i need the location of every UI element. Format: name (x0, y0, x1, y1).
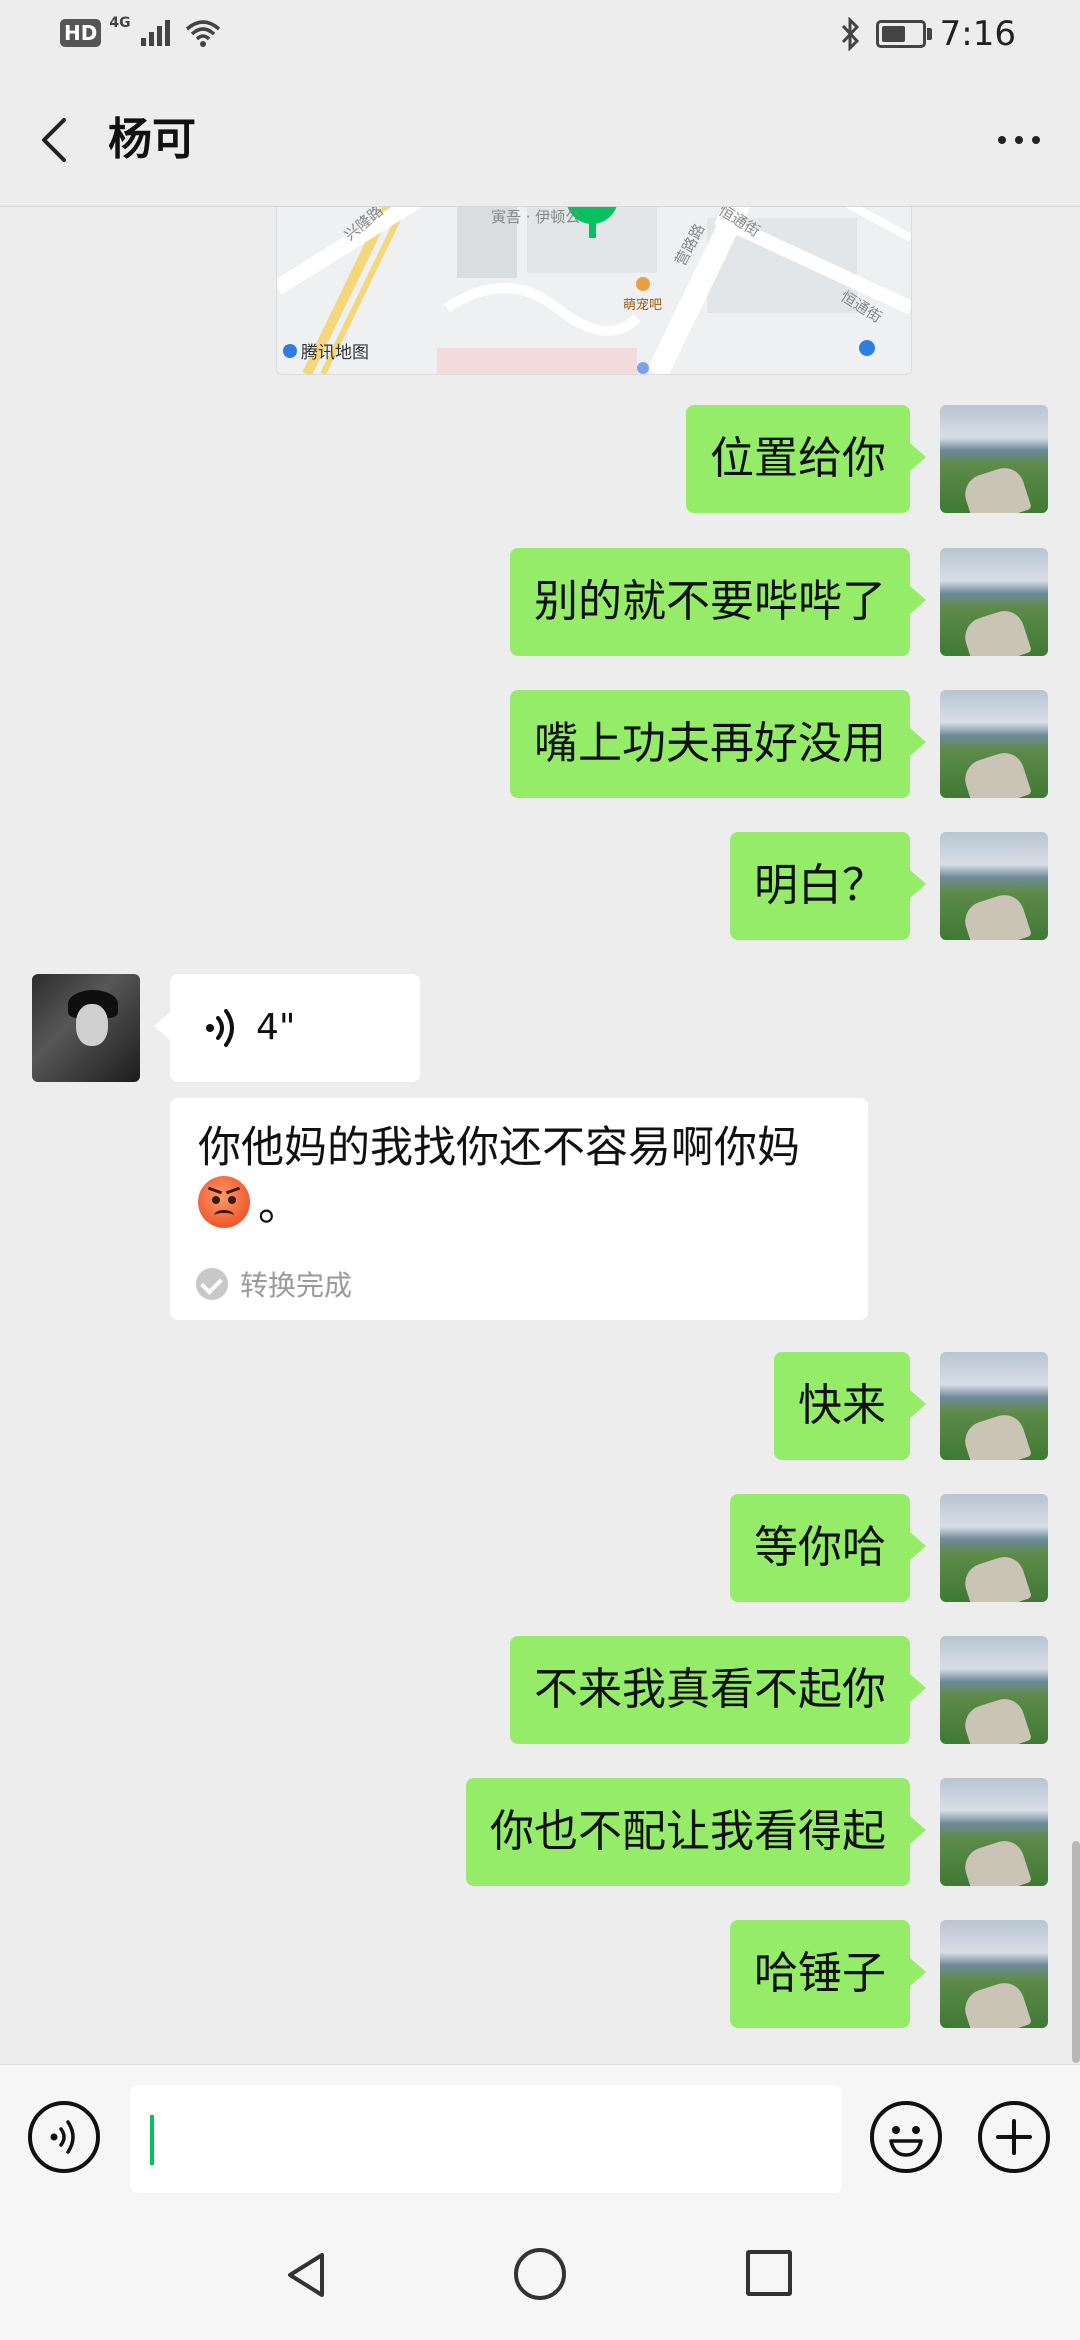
hd-badge: HD (60, 19, 102, 47)
plus-button[interactable] (978, 2101, 1050, 2173)
avatar-self[interactable] (940, 1920, 1048, 2028)
page-title: 杨可 (108, 114, 196, 165)
avatar-self[interactable] (940, 690, 1048, 798)
transcript-suffix: 。 (258, 1181, 301, 1231)
avatar-self[interactable] (940, 1778, 1048, 1886)
chat-scrollbar[interactable] (1072, 1841, 1080, 2063)
clock: 7:16 (939, 14, 1016, 54)
status-left: HD 4G (60, 15, 223, 48)
battery-level (881, 26, 905, 42)
transcript-body: 你他妈的我找你还不容易啊你妈 (198, 1123, 800, 1173)
status-right: 7:16 (840, 14, 1016, 54)
map-label: 寅吾 · 伊顿公 (491, 208, 581, 226)
message-bubble-out[interactable]: 嘴上功夫再好没用 (510, 690, 926, 798)
message-bubble-out[interactable]: 明白？ (730, 832, 926, 940)
avatar-self[interactable] (940, 832, 1048, 940)
bluetooth-icon (841, 17, 859, 51)
message-input[interactable] (130, 2085, 842, 2193)
map-label: 萌宠吧 (623, 298, 663, 313)
chevron-left-icon (42, 118, 66, 162)
avatar-self[interactable] (940, 1636, 1048, 1744)
plus-icon (996, 2119, 1032, 2155)
more-dot (1015, 136, 1023, 144)
back-button[interactable] (30, 110, 90, 170)
avatar-self[interactable] (940, 405, 1048, 513)
voice-transcript[interactable]: 你他妈的我找你还不容易啊你妈 。 转换完成 (170, 1098, 868, 1320)
transcript-status-text: 转换完成 (240, 1269, 353, 1302)
network-type: 4G (109, 15, 131, 31)
signal-icon (140, 20, 170, 46)
avatar-contact[interactable] (32, 974, 140, 1082)
message-bubble-out[interactable]: 你也不配让我看得起 (466, 1778, 926, 1886)
avatar-self[interactable] (940, 548, 1048, 656)
input-bar (0, 2064, 1080, 2205)
map-credit: 腾讯地图 (283, 338, 369, 363)
system-nav-bar (0, 2204, 1080, 2340)
message-bubble-out[interactable]: 别的就不要哔哔了 (510, 548, 926, 656)
voice-wave-icon (206, 1009, 234, 1047)
message-bubble-out[interactable]: 位置给你 (686, 405, 926, 513)
emoji-icon (889, 2126, 923, 2157)
wifi-icon (185, 20, 220, 47)
transcript-text: 你他妈的我找你还不容易啊你妈 。 (198, 1120, 848, 1234)
voice-toggle-icon (50, 2120, 75, 2154)
check-circle-icon (196, 1268, 228, 1300)
nav-back-icon[interactable] (282, 2250, 332, 2300)
voice-toggle-button[interactable] (28, 2101, 100, 2173)
map-credit-text: 腾讯地图 (301, 343, 369, 363)
voice-duration: 4" (256, 1007, 296, 1048)
text-caret (150, 2115, 154, 2165)
tencent-map-logo-icon (283, 343, 297, 358)
nav-home-icon[interactable] (514, 2248, 566, 2300)
message-bubble-out[interactable]: 等你哈 (730, 1494, 926, 1602)
message-bubble-out[interactable]: 快来 (774, 1352, 926, 1460)
nav-recent-icon[interactable] (746, 2250, 792, 2296)
transcript-status: 转换完成 (196, 1264, 352, 1304)
battery-icon (875, 20, 932, 48)
chat-area[interactable]: 兴隆路 寅吾 · 伊顿公 营路路 萌宠吧 恒通街 恒通街 腾讯地图 位置给你 别… (0, 207, 1080, 2063)
voice-message-bubble[interactable]: 4" (154, 974, 420, 1082)
avatar-self[interactable] (940, 1352, 1048, 1460)
chat-header: 杨可 (0, 72, 1080, 206)
emoji-button[interactable] (870, 2101, 942, 2173)
avatar-self[interactable] (940, 1494, 1048, 1602)
more-dot (1032, 136, 1040, 144)
status-bar: HD 4G 7:16 (0, 0, 1080, 72)
angry-face-emoji (198, 1176, 250, 1228)
map-roads (277, 207, 911, 374)
more-button[interactable] (984, 110, 1054, 170)
message-bubble-out[interactable]: 哈锤子 (730, 1920, 926, 2028)
location-map-card[interactable]: 兴隆路 寅吾 · 伊顿公 营路路 萌宠吧 恒通街 恒通街 腾讯地图 (276, 207, 912, 375)
more-dot (998, 136, 1006, 144)
message-bubble-out[interactable]: 不来我真看不起你 (510, 1636, 926, 1744)
